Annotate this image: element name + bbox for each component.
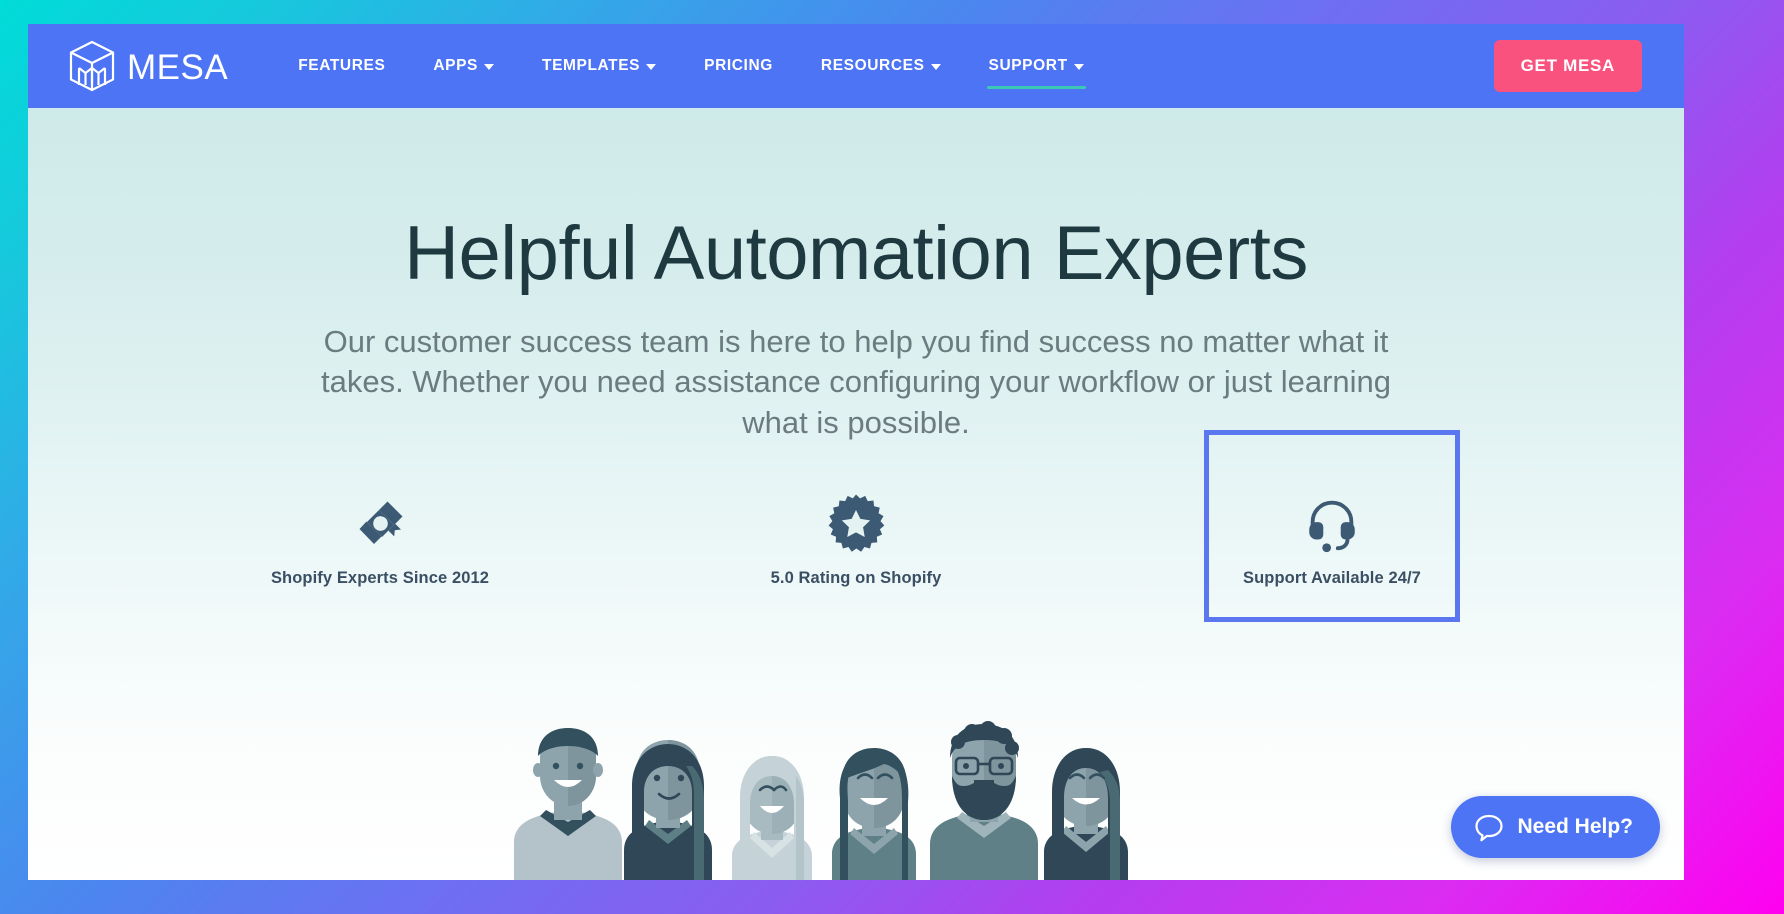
feature-label: Shopify Experts Since 2012 (270, 568, 490, 587)
nav-item-label: PRICING (704, 57, 773, 74)
chat-bubble-icon (1474, 812, 1504, 842)
get-mesa-button[interactable]: GET MESA (1493, 40, 1642, 92)
mesa-cube-logo-icon (68, 40, 116, 92)
nav-item-label: APPS (433, 57, 478, 74)
star-badge-icon (825, 493, 887, 555)
feature-shopify-rating: 5.0 Rating on Shopify (706, 479, 1006, 588)
headset-icon (1301, 493, 1363, 555)
feature-label: 5.0 Rating on Shopify (770, 568, 942, 587)
nav-item-label: FEATURES (298, 57, 386, 74)
chevron-down-icon (646, 64, 657, 70)
top-navigation-bar: MESA FEATURES APPS TEMPLATES PRICING RES… (28, 24, 1684, 108)
hero-subtitle: Our customer success team is here to hel… (320, 324, 1392, 440)
nav-item-support[interactable]: SUPPORT (965, 24, 1108, 108)
page-viewport: MESA FEATURES APPS TEMPLATES PRICING RES… (28, 24, 1684, 880)
browser-gradient-frame: MESA FEATURES APPS TEMPLATES PRICING RES… (0, 0, 1784, 914)
chevron-down-icon (930, 64, 941, 70)
mesa-logo-link[interactable]: MESA (68, 40, 228, 92)
nav-links: FEATURES APPS TEMPLATES PRICING RESOURCE… (274, 24, 1107, 108)
nav-item-label: SUPPORT (988, 57, 1068, 74)
need-help-chat-button[interactable]: Need Help? (1451, 796, 1660, 858)
brand-wordmark: MESA (127, 47, 229, 87)
need-help-label: Need Help? (1517, 815, 1633, 838)
chevron-down-icon (484, 64, 494, 70)
feature-support-availability[interactable]: Support Available 24/7 (1182, 429, 1482, 622)
page-title: Helpful Automation Experts (404, 211, 1308, 296)
diploma-scroll-icon (349, 493, 411, 555)
nav-item-label: RESOURCES (820, 57, 925, 74)
nav-item-features[interactable]: FEATURES (274, 24, 409, 108)
hero-section: Helpful Automation Experts Our customer … (28, 108, 1684, 880)
nav-item-label: TEMPLATES (542, 57, 641, 74)
nav-item-apps[interactable]: APPS (409, 24, 518, 108)
nav-item-resources[interactable]: RESOURCES (797, 24, 965, 108)
nav-item-templates[interactable]: TEMPLATES (518, 24, 680, 108)
feature-shopify-experts: Shopify Experts Since 2012 (230, 479, 530, 588)
smiling-team-people-illustration (28, 714, 1684, 880)
feature-highlights-row: Shopify Experts Since 2012 5.0 Rating on… (28, 429, 1684, 622)
nav-item-pricing[interactable]: PRICING (680, 24, 797, 108)
chevron-down-icon (1073, 64, 1084, 70)
feature-label: Support Available 24/7 (1243, 568, 1421, 587)
